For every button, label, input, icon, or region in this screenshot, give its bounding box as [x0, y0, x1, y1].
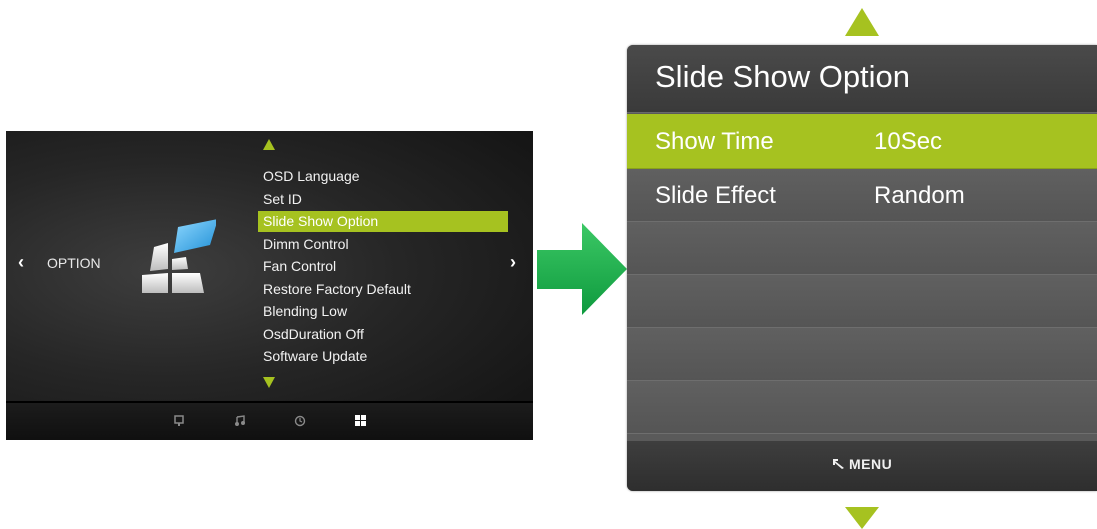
option-row-empty [627, 275, 1097, 328]
option-key: Show Time [655, 128, 774, 155]
slide-show-option-panel: Slide Show Option Show Time 10Sec Slide … [627, 45, 1097, 491]
panel-footer: MENU [627, 441, 1097, 491]
menu-item-fan-control[interactable]: Fan Control [258, 255, 508, 278]
return-icon [833, 459, 844, 469]
menu-item-set-id[interactable]: Set ID [258, 188, 508, 211]
option-row-slide-effect[interactable]: Slide Effect Random [627, 169, 1097, 222]
category-label: OPTION [47, 255, 101, 271]
nav-prev-button[interactable]: ‹ [18, 252, 24, 273]
nav-next-button[interactable]: › [510, 252, 516, 273]
arrow-right-icon [537, 223, 627, 315]
menu-item-osd-language[interactable]: OSD Language [258, 165, 508, 188]
monitor-icon[interactable] [174, 415, 184, 427]
option-value: Random [874, 182, 965, 209]
scroll-down-icon[interactable] [263, 377, 275, 388]
menu-item-slide-show-option[interactable]: Slide Show Option [258, 211, 508, 232]
osd-main-menu: ‹ OPTION OSD Language Set ID Slide Show … [6, 131, 533, 440]
menu-item-restore-factory-default[interactable]: Restore Factory Default [258, 278, 508, 301]
osd-bottom-bar [6, 401, 533, 440]
menu-hint[interactable]: MENU [849, 456, 892, 472]
menu-item-dimm-control[interactable]: Dimm Control [258, 233, 508, 256]
panel-title: Slide Show Option [655, 59, 911, 94]
option-row-empty [627, 381, 1097, 434]
music-icon[interactable] [234, 415, 246, 427]
option-row-empty [627, 328, 1097, 381]
scroll-down-icon[interactable] [845, 507, 879, 529]
option-rows: Show Time 10Sec Slide Effect Random [627, 114, 1097, 434]
option-key: Slide Effect [655, 182, 776, 209]
option-blocks-icon [142, 219, 216, 293]
menu-item-osd-duration[interactable]: OsdDuration Off [258, 323, 508, 346]
scroll-up-icon[interactable] [263, 139, 275, 150]
option-row-show-time[interactable]: Show Time 10Sec [627, 114, 1097, 169]
menu-item-blending[interactable]: Blending Low [258, 300, 508, 323]
option-value: 10Sec [874, 128, 943, 155]
clock-icon[interactable] [294, 415, 306, 427]
scroll-up-icon[interactable] [845, 8, 879, 36]
option-row-empty [627, 222, 1097, 275]
menu-item-software-update[interactable]: Software Update [258, 345, 508, 368]
osd-menu-list: OSD Language Set ID Slide Show Option Di… [258, 165, 508, 368]
option-grid-icon[interactable] [355, 415, 366, 426]
